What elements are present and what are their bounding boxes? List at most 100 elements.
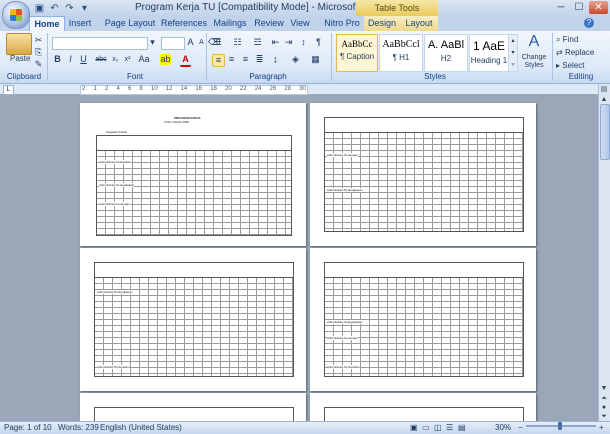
previous-page-icon[interactable]: ⏶ (598, 394, 610, 403)
close-button[interactable]: ✕ (589, 1, 608, 14)
tab-review[interactable]: Review (252, 16, 286, 31)
help-icon[interactable]: ? (584, 18, 594, 28)
maximize-button[interactable]: ☐ (570, 1, 588, 14)
tab-references[interactable]: References (158, 16, 210, 31)
decrease-indent-icon[interactable]: ⇤ (270, 37, 281, 48)
bold-button[interactable]: B (52, 54, 63, 65)
tab-layout[interactable]: Layout (400, 16, 438, 31)
tab-insert[interactable]: Insert (66, 16, 94, 31)
ruler-number: 4 (116, 86, 120, 92)
change-case-button[interactable]: Aa (137, 54, 151, 65)
group-divider (552, 33, 553, 81)
show-marks-icon[interactable]: ¶ (313, 37, 324, 48)
find-icon: ⌕ (556, 35, 563, 44)
draft-icon[interactable]: ▤ (458, 422, 466, 433)
replace-label: Replace (564, 48, 595, 57)
full-screen-icon[interactable]: ▭ (422, 422, 430, 433)
window-title: Program Kerja TU [Compatibility Mode] - … (135, 2, 385, 13)
ruler-toggle-icon[interactable]: ▤ (598, 85, 610, 94)
table-header (324, 262, 524, 278)
tab-mailings[interactable]: Mailings (208, 16, 252, 31)
select-button[interactable]: ▸ Select (556, 61, 584, 70)
office-button[interactable] (2, 1, 30, 29)
minimize-button[interactable]: ─ (552, 1, 570, 14)
customize-icon[interactable]: ▾ (79, 3, 90, 14)
document-page[interactable]: Administrasi Kepegawaian Administrasi Ke… (310, 248, 536, 391)
document-page[interactable] (80, 393, 306, 421)
borders-icon[interactable]: ▦ (310, 54, 321, 65)
font-color-icon[interactable]: A (180, 54, 191, 67)
zoom-in-icon[interactable]: + (599, 422, 604, 433)
find-button[interactable]: ⌕ Find (556, 35, 578, 45)
redo-icon[interactable]: ↷ (64, 3, 75, 14)
paste-icon[interactable] (6, 33, 32, 55)
font-name-combo[interactable] (52, 37, 148, 50)
italic-button[interactable]: I (65, 54, 76, 65)
tab-selector[interactable]: L (3, 85, 14, 95)
document-page[interactable]: Administrasi Perlengkapan Administrasi P… (80, 248, 306, 391)
cut-icon[interactable]: ✂ (33, 35, 44, 46)
format-painter-icon[interactable]: ✎ (33, 59, 44, 70)
zoom-out-icon[interactable]: − (518, 422, 523, 433)
scroll-up-icon[interactable]: ▲ (598, 95, 610, 104)
style-h1[interactable]: AaBbCcl ¶ H1 (379, 34, 423, 72)
document-page[interactable]: PROGRAM KERJA TATA USAHA SMP Kegiatan Po… (80, 103, 306, 246)
replace-button[interactable]: ⇄ Replace (556, 48, 594, 57)
bullets-icon[interactable]: ☰ (212, 37, 223, 48)
web-layout-icon[interactable]: ◫ (434, 422, 442, 433)
zoom-level[interactable]: 30% (495, 422, 511, 433)
multilevel-list-icon[interactable]: ☲ (252, 37, 263, 48)
print-layout-icon[interactable]: ▣ (410, 422, 418, 433)
scroll-down-icon[interactable]: ▼ (598, 384, 610, 393)
word-count[interactable]: Words: 239 (58, 422, 99, 433)
section-label: Administrasi Persuratan (327, 365, 359, 369)
document-table[interactable] (324, 277, 524, 377)
ruler-number: 18 (210, 86, 217, 92)
strikethrough-button[interactable]: abc (93, 54, 109, 65)
style-h2[interactable]: A. AaBl H2 (424, 34, 468, 72)
save-icon[interactable]: ▣ (34, 3, 45, 14)
grow-font-icon[interactable]: A (185, 37, 196, 48)
group-divider (206, 33, 207, 81)
tab-view[interactable]: View (286, 16, 314, 31)
copy-icon[interactable]: ⎘ (33, 47, 44, 58)
paste-button[interactable]: Paste (10, 54, 30, 63)
superscript-button[interactable]: x² (122, 54, 133, 65)
line-spacing-icon[interactable]: ↨ (270, 54, 281, 65)
page-count[interactable]: Page: 1 of 10 (4, 422, 52, 433)
document-workspace[interactable]: PROGRAM KERJA TATA USAHA SMP Kegiatan Po… (0, 95, 598, 421)
subscript-button[interactable]: x₂ (110, 54, 121, 65)
tab-nitro-pro[interactable]: Nitro Pro (320, 16, 364, 31)
align-left-icon[interactable]: ≡ (212, 54, 225, 67)
next-page-icon[interactable]: ⏷ (598, 412, 610, 421)
select-browse-object-icon[interactable]: ● (598, 403, 610, 412)
language-indicator[interactable]: English (United States) (100, 422, 182, 433)
table-header (324, 407, 524, 421)
style-heading-1[interactable]: 1 AaE Heading 1 (469, 34, 509, 72)
font-size-combo[interactable] (161, 37, 185, 50)
justify-icon[interactable]: ≣ (254, 54, 265, 65)
change-styles-icon[interactable]: A (522, 33, 546, 53)
shading-icon[interactable]: ◈ (290, 54, 301, 65)
numbering-icon[interactable]: ☷ (232, 37, 243, 48)
align-center-icon[interactable]: ≡ (226, 54, 237, 65)
scroll-thumb[interactable] (600, 104, 610, 160)
sort-icon[interactable]: ↕ (298, 37, 309, 48)
document-page[interactable] (310, 393, 536, 421)
style-caption[interactable]: AaBbCc ¶ Caption (336, 34, 378, 72)
increase-indent-icon[interactable]: ⇥ (283, 37, 294, 48)
styles-scroll[interactable]: ▴ ▾ ▿ (508, 34, 518, 72)
outline-icon[interactable]: ☰ (446, 422, 453, 433)
tab-page-layout[interactable]: Page Layout (102, 16, 158, 31)
tab-design[interactable]: Design (364, 16, 400, 31)
align-right-icon[interactable]: ≡ (240, 54, 251, 65)
chevron-down-icon[interactable]: ▾ (147, 37, 158, 48)
highlight-icon[interactable]: ab (160, 54, 171, 65)
zoom-slider-thumb[interactable] (558, 422, 562, 430)
change-styles-button[interactable]: Change Styles (518, 54, 550, 70)
underline-button[interactable]: U (78, 54, 89, 65)
document-page[interactable]: Administrasi Keuangan Administrasi Perle… (310, 103, 536, 246)
undo-icon[interactable]: ↶ (49, 3, 60, 14)
document-table[interactable] (324, 132, 524, 232)
tab-home[interactable]: Home (29, 16, 65, 31)
